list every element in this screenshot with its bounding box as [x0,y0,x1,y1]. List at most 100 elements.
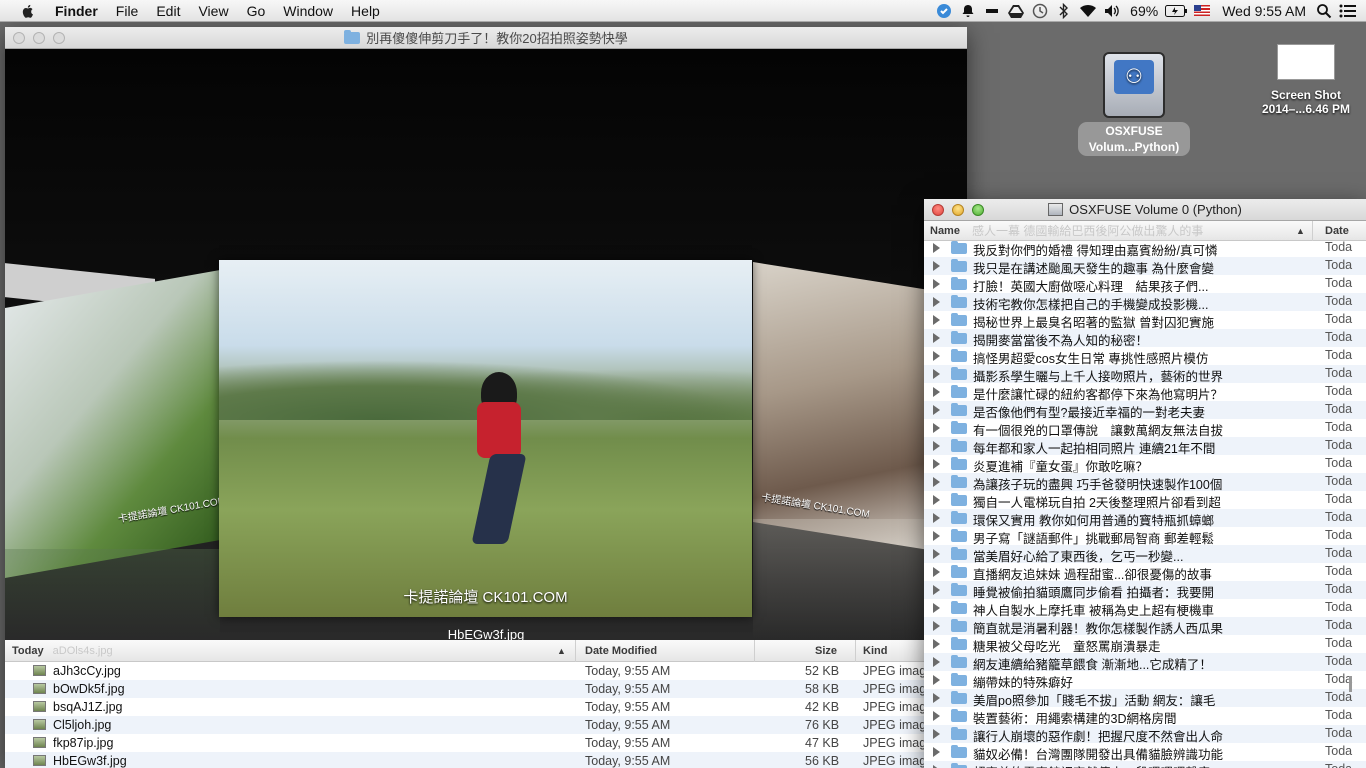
main-titlebar[interactable]: 別再傻傻伸剪刀手了！教你20招拍照姿勢快學 [5,27,967,49]
disclosure-triangle-icon[interactable] [933,603,940,613]
folder-row[interactable]: 糖果被父母吃光 童怒罵崩潰暴走 Toda [924,635,1366,653]
folder-row[interactable]: 揭秘世界上最臭名昭著的監獄 曾對囚犯實施 Toda [924,311,1366,329]
folder-row[interactable]: 為讓孩子玩的盡興 巧手爸發明快速製作100個 Toda [924,473,1366,491]
bluetooth-icon[interactable] [1052,0,1076,22]
col-header-date[interactable]: Date [1325,225,1349,237]
folder-row[interactable]: 每年都和家人一起拍相同照片 連續21年不間 Toda [924,437,1366,455]
disclosure-triangle-icon[interactable] [933,243,940,253]
disclosure-triangle-icon[interactable] [933,639,940,649]
menu-edit[interactable]: Edit [147,3,189,19]
folder-row[interactable]: 我反對你們的婚禮 得知理由嘉賓紛紛/真可憐 Toda [924,239,1366,257]
folder-row[interactable]: 直播網友追妹妹 過程甜蜜...卻很憂傷的故事 Toda [924,563,1366,581]
folder-row[interactable]: 超害羞的電車館裡突然傳來一段嗶嗶嗶聲音 Toda [924,761,1366,768]
scrollbar-handle[interactable] [1349,676,1352,692]
disclosure-triangle-icon[interactable] [933,261,940,271]
zoom-button[interactable] [53,31,65,44]
disclosure-triangle-icon[interactable] [933,315,940,325]
cover-flow-view[interactable]: 卡提諾論壇 CK101.COM 卡提諾論壇 CK101.COM 卡提諾論壇 CK… [5,49,967,640]
python-titlebar[interactable]: OSXFUSE Volume 0 (Python) [924,199,1366,221]
folder-row[interactable]: 揭開麥當當後不為人知的秘密！ Toda [924,329,1366,347]
folder-row[interactable]: 簡直就是消暑利器！教你怎樣製作誘人西瓜果 Toda [924,617,1366,635]
file-row[interactable]: aJh3cCy.jpg Today, 9:55 AM 52 KB JPEG im… [5,662,967,680]
disclosure-triangle-icon[interactable] [933,621,940,631]
disclosure-triangle-icon[interactable] [933,495,940,505]
col-header-date[interactable]: Date Modified [585,645,657,657]
desktop-screenshot-file[interactable]: Screen Shot 2014–...6.46 PM [1250,44,1362,116]
col-header-size[interactable]: Size [815,645,837,657]
menu-app-finder[interactable]: Finder [46,3,107,19]
disclosure-triangle-icon[interactable] [933,693,940,703]
file-row[interactable]: bsqAJ1Z.jpg Today, 9:55 AM 42 KB JPEG im… [5,698,967,716]
menu-window[interactable]: Window [274,3,342,19]
folder-row[interactable]: 是什麼讓忙碌的紐約客都停下來為他寫明片？ Toda [924,383,1366,401]
col-header-name[interactable]: Today aDOls4s.jpg [12,645,113,657]
cover-center-image[interactable]: 卡提諾論壇 CK101.COM [219,260,752,617]
desktop-drive-osxfuse[interactable]: ⚇ OSXFUSE Volum...Python) [1078,52,1190,156]
close-button[interactable] [13,31,25,44]
us-flag-icon[interactable] [1194,5,1211,16]
disclosure-triangle-icon[interactable] [933,549,940,559]
folder-row[interactable]: 網友連續給豬籠草餵食 漸漸地...它成精了！ Toda [924,653,1366,671]
folder-row[interactable]: 技術宅教你怎樣把自己的手機變成投影機... Toda [924,293,1366,311]
time-machine-icon[interactable] [1028,0,1052,22]
menu-help[interactable]: Help [342,3,389,19]
google-drive-icon[interactable] [1004,0,1028,22]
disclosure-triangle-icon[interactable] [933,657,940,667]
bell-icon[interactable] [956,0,980,22]
disclosure-triangle-icon[interactable] [933,423,940,433]
disclosure-triangle-icon[interactable] [933,729,940,739]
folder-row[interactable]: 貓奴必備！台灣團隊開發出具備貓臉辨識功能 Toda [924,743,1366,761]
close-button[interactable] [932,203,944,216]
file-row[interactable]: HbEGw3f.jpg Today, 9:55 AM 56 KB JPEG im… [5,752,967,768]
disclosure-triangle-icon[interactable] [933,675,940,685]
sort-ascending-icon[interactable]: ▲ [557,646,566,656]
folder-row[interactable]: 打臉！英國大廚做噁心料理 結果孩子們... Toda [924,275,1366,293]
disclosure-triangle-icon[interactable] [933,405,940,415]
menu-file[interactable]: File [107,3,148,19]
folder-row[interactable]: 炎夏進補『童女蛋』你敢吃嘛？ Toda [924,455,1366,473]
folder-row[interactable]: 神人自製水上摩托車 被稱為史上超有梗機車 Toda [924,599,1366,617]
folder-row[interactable]: 當美眉好心給了東西後，乞丐一秒變... Toda [924,545,1366,563]
battery-icon[interactable] [1164,0,1188,22]
disclosure-triangle-icon[interactable] [933,567,940,577]
disclosure-triangle-icon[interactable] [933,351,940,361]
disclosure-triangle-icon[interactable] [933,441,940,451]
spotlight-icon[interactable] [1312,0,1336,22]
folder-row[interactable]: 是否像他們有型?最接近幸福的一對老夫妻 Toda [924,401,1366,419]
disclosure-triangle-icon[interactable] [933,585,940,595]
folder-row[interactable]: 獨自一人電梯玩自拍 2天後整理照片卻看到超 Toda [924,491,1366,509]
sort-ascending-icon[interactable]: ▲ [1296,226,1305,236]
notification-center-icon[interactable] [1336,0,1360,22]
folder-row[interactable]: 睡覺被偷拍貓頭鷹同步偷看 拍攝者：我要開 Toda [924,581,1366,599]
disclosure-triangle-icon[interactable] [933,477,940,487]
disclosure-triangle-icon[interactable] [933,369,940,379]
menu-view[interactable]: View [189,3,237,19]
disclosure-triangle-icon[interactable] [933,531,940,541]
col-header-kind[interactable]: Kind [863,645,887,657]
folder-row[interactable]: 有一個很兇的口罩傳說 讓數萬網友無法自拔 Toda [924,419,1366,437]
file-row[interactable]: bOwDk5f.jpg Today, 9:55 AM 58 KB JPEG im… [5,680,967,698]
folder-row[interactable]: 裝置藝術：用繩索構建的3D網格房間 Toda [924,707,1366,725]
disclosure-triangle-icon[interactable] [933,333,940,343]
battery-percent[interactable]: 69% [1124,3,1164,19]
folder-row[interactable]: 繃帶妹的特殊癖好 Toda [924,671,1366,689]
disclosure-triangle-icon[interactable] [933,459,940,469]
col-header-name[interactable]: Name [930,225,960,237]
minimize-button[interactable] [33,31,45,44]
disclosure-triangle-icon[interactable] [933,513,940,523]
volume-icon[interactable] [1100,0,1124,22]
folder-row[interactable]: 攝影系學生曬与上千人接吻照片，藝術的世界 Toda [924,365,1366,383]
cover-left-image[interactable] [5,270,220,578]
folder-row[interactable]: 我只是在講述颱風天發生的趣事 為什麼會變 Toda [924,257,1366,275]
folder-row[interactable]: 美眉po照參加「賤毛不拔」活動 網友：讓毛 Toda [924,689,1366,707]
menu-go[interactable]: Go [238,3,275,19]
disclosure-triangle-icon[interactable] [933,711,940,721]
minus-icon[interactable] [980,0,1004,22]
minimize-button[interactable] [952,203,964,216]
disclosure-triangle-icon[interactable] [933,279,940,289]
disclosure-triangle-icon[interactable] [933,747,940,757]
evernote-icon[interactable] [932,0,956,22]
folder-row[interactable]: 搞怪男超愛cos女生日常 專挑性感照片模仿 Toda [924,347,1366,365]
file-row[interactable]: fkp87ip.jpg Today, 9:55 AM 47 KB JPEG im… [5,734,967,752]
disclosure-triangle-icon[interactable] [933,297,940,307]
